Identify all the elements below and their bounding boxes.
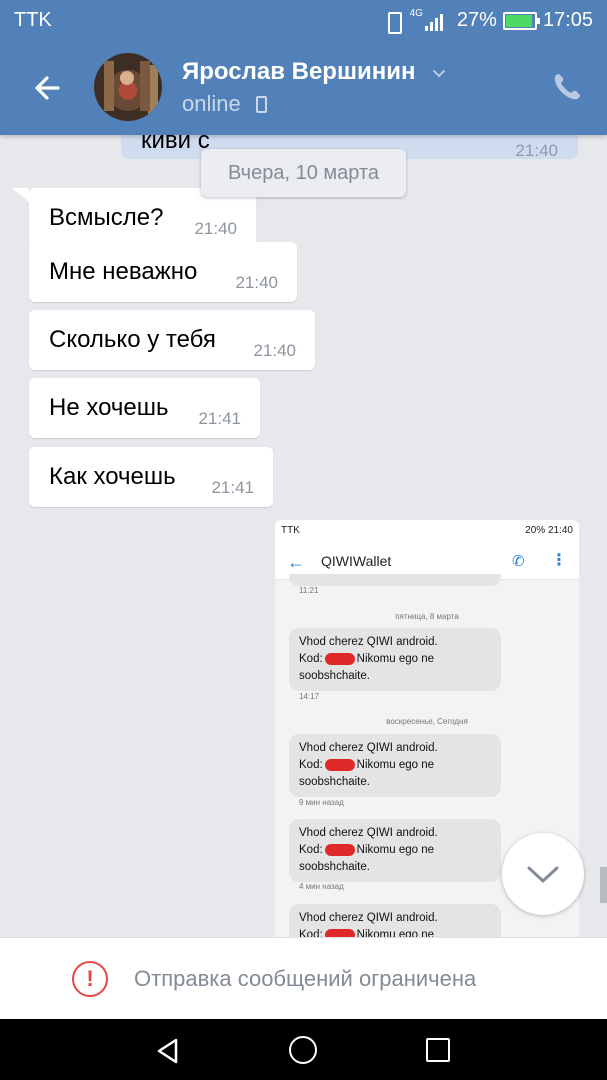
image-sms-line: soobshchaite. — [299, 861, 370, 873]
redaction-mark — [324, 652, 355, 665]
image-sms-line: Kod: Nikomu ego ne — [299, 927, 491, 937]
image-sms-line: Kod: Nikomu ego ne — [299, 842, 491, 859]
network-type: 4G — [409, 8, 423, 19]
bubble-tail — [12, 188, 29, 202]
phone-icon[interactable] — [550, 70, 584, 104]
image-sms-line: Vhod cherez QIWI android. — [299, 742, 438, 754]
image-sms-line: Vhod cherez QIWI android. — [299, 636, 438, 648]
image-sms-line: soobshchaite. — [299, 670, 370, 682]
status-bar: TTK 4G 27% 17:05 — [0, 0, 607, 40]
chevron-down-icon[interactable] — [432, 66, 446, 80]
nav-back-icon[interactable] — [154, 1037, 182, 1065]
image-status-right: 20% 21:40 — [525, 525, 573, 536]
incoming-message[interactable]: Сколько у тебя 21:40 — [29, 310, 315, 370]
date-separator: Вчера, 10 марта — [201, 149, 406, 197]
avatar[interactable] — [94, 53, 162, 121]
message-time: 21:40 — [515, 141, 558, 160]
back-arrow-icon[interactable] — [28, 68, 68, 108]
image-title: QIWIWallet — [321, 553, 392, 569]
image-sms-fragment: Kod: — [299, 929, 323, 937]
image-phone-icon: ✆ — [512, 553, 525, 570]
scroll-down-button[interactable] — [502, 833, 584, 915]
image-menu-icon: ⋮ — [551, 552, 567, 569]
image-sms-line: Vhod cherez QIWI android. — [299, 827, 438, 839]
redaction-mark — [324, 758, 355, 771]
image-carrier: TTK — [281, 525, 300, 536]
image-bubble-edge — [289, 574, 501, 586]
image-sms-time: 11:21 — [299, 586, 319, 595]
image-back-icon: ← — [287, 552, 305, 572]
clock: 17:05 — [542, 9, 593, 31]
image-day-separator: пятница, 8 марта — [395, 612, 459, 621]
message-text: киви с — [141, 135, 210, 154]
image-sms-time: 4 мин назад — [299, 882, 344, 891]
redaction-mark — [324, 928, 355, 937]
battery-percent: 27% — [456, 9, 497, 31]
message-text: Мне неважно — [49, 258, 198, 285]
message-list[interactable]: киви с 21:40 Всмысле? 21:40 Мне неважно … — [0, 135, 607, 937]
image-sms-line: Kod: Nikomu ego ne — [299, 757, 491, 774]
image-sms-fragment: Nikomu ego ne — [356, 759, 435, 771]
signal-icon — [424, 11, 451, 31]
incoming-message[interactable]: Не хочешь 21:41 — [29, 378, 260, 438]
contact-name[interactable]: Ярослав Вершинин — [182, 58, 415, 86]
image-sms-time: 9 мин назад — [299, 798, 344, 807]
image-sms-fragment: Kod: — [299, 844, 323, 856]
message-time: 21:41 — [198, 409, 241, 428]
vibrate-icon — [382, 11, 404, 34]
scrollbar[interactable] — [600, 867, 607, 903]
image-sms-fragment: Nikomu ego ne — [356, 929, 435, 937]
image-sms-fragment: Kod: — [299, 759, 323, 771]
message-text: Не хочешь — [49, 394, 169, 421]
battery-icon — [502, 11, 540, 30]
image-sms-fragment: Nikomu ego ne — [356, 844, 435, 856]
chat-header: Ярослав Вершинин online — [0, 40, 607, 135]
image-sms-fragment: Kod: — [299, 653, 323, 665]
image-sms-fragment: Nikomu ego ne — [356, 653, 435, 665]
nav-home-icon[interactable] — [289, 1036, 317, 1064]
message-text: Как хочешь — [49, 463, 176, 490]
chevron-down-icon — [527, 866, 559, 883]
message-time: 21:40 — [194, 219, 237, 238]
image-status-bar: TTK 20% 21:40 — [275, 520, 579, 542]
image-sms-bubble: Vhod cherez QIWI android. Kod: Nikomu ego… — [289, 734, 501, 797]
carrier-label: TTK — [14, 9, 52, 31]
message-time: 21:40 — [235, 273, 278, 292]
nav-recent-icon[interactable] — [426, 1038, 450, 1062]
image-sms-line: Kod: Nikomu ego ne — [299, 651, 491, 668]
incoming-message[interactable]: Всмысле? 21:40 — [12, 188, 256, 248]
image-sms-bubble: Vhod cherez QIWI android. Kod: Nikomu ego… — [289, 904, 501, 937]
warning-icon: ! — [72, 961, 108, 997]
image-sms-line: Vhod cherez QIWI android. — [299, 912, 438, 924]
image-sms-line: soobshchaite. — [299, 776, 370, 788]
system-nav-bar — [0, 1019, 607, 1080]
message-time: 21:41 — [211, 478, 254, 497]
image-sms-bubble: Vhod cherez QIWI android. Kod: Nikomu ego… — [289, 819, 501, 882]
mobile-icon — [256, 96, 267, 113]
image-sms-bubble: Vhod cherez QIWI android. Kod: Nikomu ego… — [289, 628, 501, 691]
incoming-message[interactable]: Как хочешь 21:41 — [29, 447, 273, 507]
image-sms-time: 14:17 — [299, 692, 320, 701]
status-icons: 4G 27% 17:05 — [382, 8, 593, 34]
message-time: 21:40 — [253, 341, 296, 360]
image-day-separator: воскресенье, Сегодня — [386, 717, 468, 726]
online-status: online — [182, 91, 241, 116]
redaction-mark — [324, 843, 355, 856]
composer-area: ! Отправка сообщений ограничена — [0, 937, 607, 1019]
incoming-message[interactable]: Мне неважно 21:40 — [29, 242, 297, 302]
message-text: Всмысле? — [49, 204, 164, 231]
message-text: Сколько у тебя — [49, 326, 216, 353]
restriction-message: Отправка сообщений ограничена — [134, 966, 477, 991]
